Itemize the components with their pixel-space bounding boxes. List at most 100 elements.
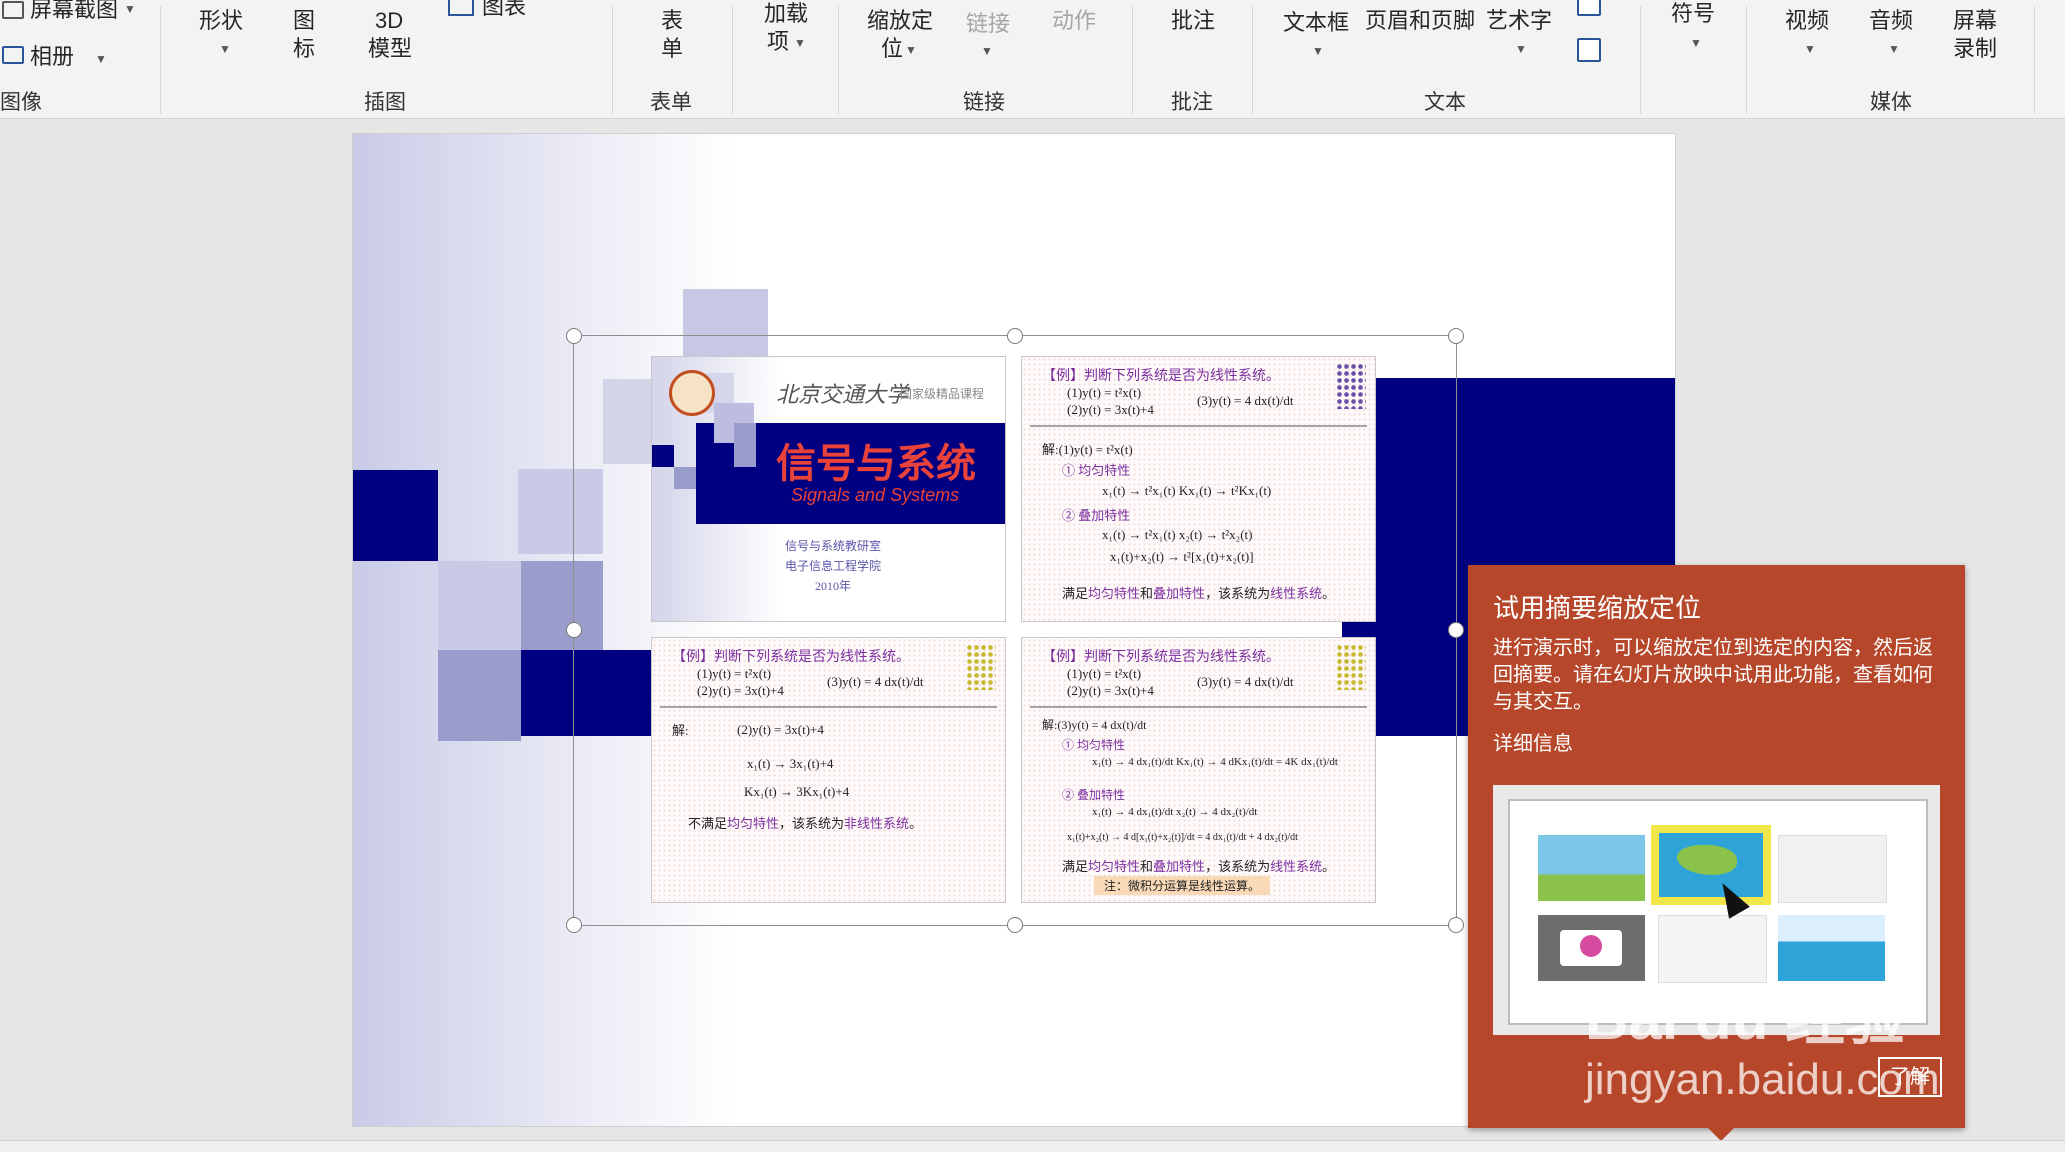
group-separator xyxy=(732,6,733,114)
addins-button-line2[interactable]: 项 xyxy=(767,28,789,56)
screen-recording-button-line2[interactable]: 录制 xyxy=(1953,35,1997,63)
chevron-down-icon[interactable]: ▼ xyxy=(794,36,806,50)
zoom-thumbnail-example-1[interactable]: 【例】判断下列系统是否为线性系统。 (1)y(t) = t²x(t) (2)y(… xyxy=(1021,356,1376,622)
conclusion-part: ，该系统为 xyxy=(1205,859,1271,874)
deco-square xyxy=(353,470,438,561)
resize-handle[interactable] xyxy=(1007,917,1023,933)
property-homogeneity: ① 均匀特性 xyxy=(1062,738,1126,752)
example-heading: 【例】判断下列系统是否为线性系统。 xyxy=(1042,369,1280,384)
video-button[interactable]: 视频 xyxy=(1785,7,1829,35)
group-separator xyxy=(1640,6,1641,114)
derivation-line-0: (2)y(t) = 3x(t)+4 xyxy=(737,722,824,737)
date-time-icon[interactable] xyxy=(1577,0,1601,16)
status-bar xyxy=(0,1140,2065,1152)
conclusion-part: 。 xyxy=(1322,586,1336,601)
conclusion-part: 满足 xyxy=(1062,859,1089,874)
resize-handle[interactable] xyxy=(566,622,582,638)
more-info-link[interactable]: 详细信息 xyxy=(1493,727,1573,756)
group-label-text: 文本 xyxy=(1424,91,1466,114)
resize-handle[interactable] xyxy=(1448,917,1464,933)
course-title-cn: 信号与系统 xyxy=(776,441,976,487)
conclusion-part: 不满足 xyxy=(688,816,728,831)
equation-1: (1)y(t) = t²x(t) xyxy=(697,666,772,681)
equation-2: (2)y(t) = 3x(t)+4 xyxy=(697,683,784,698)
forms-button-line1[interactable]: 表 xyxy=(661,7,683,35)
group-separator xyxy=(160,6,161,114)
resize-handle[interactable] xyxy=(1448,328,1464,344)
zoom-thumbnail-title-slide[interactable]: 北京交通大学 国家级精品课程 信号与系统 Signals and Systems… xyxy=(651,356,1006,622)
equation-3: (3)y(t) = 4 dx(t)/dt xyxy=(827,674,924,689)
conclusion-part: 均匀特性 xyxy=(1088,586,1141,601)
resize-handle[interactable] xyxy=(566,328,582,344)
equation-2: (2)y(t) = 3x(t)+4 xyxy=(1067,683,1154,698)
zoom-button-line2[interactable]: 位 xyxy=(881,35,903,63)
conclusion-part: 线性系统 xyxy=(1270,586,1323,601)
conclusion-part: 线性系统 xyxy=(1270,859,1323,874)
derivation-line-1: x₁(t) → t²x₁(t) Kx₁(t) → t²Kx₁(t) xyxy=(1102,483,1272,498)
group-separator xyxy=(1746,6,1747,114)
3d-model-button-line1[interactable]: 3D xyxy=(375,7,403,35)
conclusion-part: 。 xyxy=(909,816,923,831)
header-footer-button[interactable]: 页眉和页脚 xyxy=(1365,7,1475,35)
chevron-down-icon[interactable]: ▼ xyxy=(905,43,917,57)
link-button[interactable]: 链接 xyxy=(966,10,1010,38)
chevron-down-icon[interactable]: ▼ xyxy=(1312,44,1324,58)
chart-button[interactable]: 图表 xyxy=(482,0,526,21)
chevron-down-icon[interactable]: ▼ xyxy=(219,42,231,56)
icons-button-line2[interactable]: 标 xyxy=(293,35,315,63)
zoom-thumbnail-example-3[interactable]: 【例】判断下列系统是否为线性系统。 (1)y(t) = t²x(t) (2)y(… xyxy=(1021,637,1376,903)
wordart-button[interactable]: 艺术字 xyxy=(1486,7,1552,35)
3d-model-button-line2[interactable]: 模型 xyxy=(368,35,412,63)
property-superposition: ② 叠加特性 xyxy=(1062,508,1131,523)
resize-handle[interactable] xyxy=(1448,622,1464,638)
conclusion-part: ，该系统为 xyxy=(779,816,845,831)
callout-pointer xyxy=(1707,1127,1735,1141)
audio-button[interactable]: 音频 xyxy=(1869,7,1913,35)
resize-handle[interactable] xyxy=(1007,328,1023,344)
group-label-illustrations: 插图 xyxy=(364,91,406,114)
symbol-button[interactable]: 符号 xyxy=(1671,0,1715,28)
landscape-tile-icon xyxy=(1538,835,1645,901)
group-label-media: 媒体 xyxy=(1870,91,1912,114)
shapes-button[interactable]: 形状 xyxy=(199,7,243,35)
derivation-line-3: x₁(t)+x₂(t) → 4 d[x₁(t)+x₂(t)]/dt = 4 dx… xyxy=(1067,832,1298,843)
example-heading: 【例】判断下列系统是否为线性系统。 xyxy=(1042,650,1280,665)
baidu-watermark-brand: Bai du 经验 xyxy=(1585,985,1906,1052)
resize-handle[interactable] xyxy=(566,917,582,933)
chevron-down-icon[interactable]: ▼ xyxy=(1515,42,1527,56)
property-superposition: ② 叠加特性 xyxy=(1062,788,1126,802)
chart-icon xyxy=(448,0,474,16)
forms-button-line2[interactable]: 单 xyxy=(661,35,683,63)
equation-3: (3)y(t) = 4 dx(t)/dt xyxy=(1197,393,1294,408)
zoom-thumbnail-example-2[interactable]: 【例】判断下列系统是否为线性系统。 (1)y(t) = t²x(t) (2)y(… xyxy=(651,637,1006,903)
conclusion-part: 叠加特性 xyxy=(1153,586,1206,601)
university-name: 北京交通大学 xyxy=(776,382,909,407)
group-label-comments: 批注 xyxy=(1171,91,1213,114)
icons-button-line1[interactable]: 图 xyxy=(293,7,315,35)
screen-recording-button-line1[interactable]: 屏幕 xyxy=(1953,7,1997,35)
course-tag: 国家级精品课程 xyxy=(900,387,985,401)
solution-label: 解:(1)y(t) = t²x(t) xyxy=(1042,442,1133,457)
textbox-button[interactable]: 文本框 xyxy=(1283,9,1349,37)
thumb-square xyxy=(652,445,674,467)
screenshot-button[interactable]: 屏幕截图 xyxy=(30,0,118,24)
chevron-down-icon[interactable]: ▼ xyxy=(1690,36,1702,50)
addins-button-line1[interactable]: 加载 xyxy=(764,0,808,28)
zoom-button-line1[interactable]: 缩放定 xyxy=(867,7,933,35)
comment-button[interactable]: 批注 xyxy=(1171,7,1215,35)
divider xyxy=(1030,425,1367,427)
decorative-dots xyxy=(966,644,996,690)
action-button[interactable]: 动作 xyxy=(1052,7,1096,35)
conclusion-part: ，该系统为 xyxy=(1205,586,1271,601)
chevron-down-icon[interactable]: ▼ xyxy=(981,44,993,58)
chevron-down-icon[interactable]: ▼ xyxy=(124,2,136,16)
object-icon[interactable] xyxy=(1577,38,1601,62)
album-button[interactable]: 相册 xyxy=(30,43,74,71)
chevron-down-icon[interactable]: ▼ xyxy=(1804,42,1816,56)
chevron-down-icon[interactable]: ▼ xyxy=(1888,42,1900,56)
university-logo xyxy=(669,370,715,416)
decorative-dots xyxy=(1336,644,1366,690)
chevron-down-icon[interactable]: ▼ xyxy=(95,52,107,66)
deco-square xyxy=(438,561,521,650)
group-separator xyxy=(1252,6,1253,114)
